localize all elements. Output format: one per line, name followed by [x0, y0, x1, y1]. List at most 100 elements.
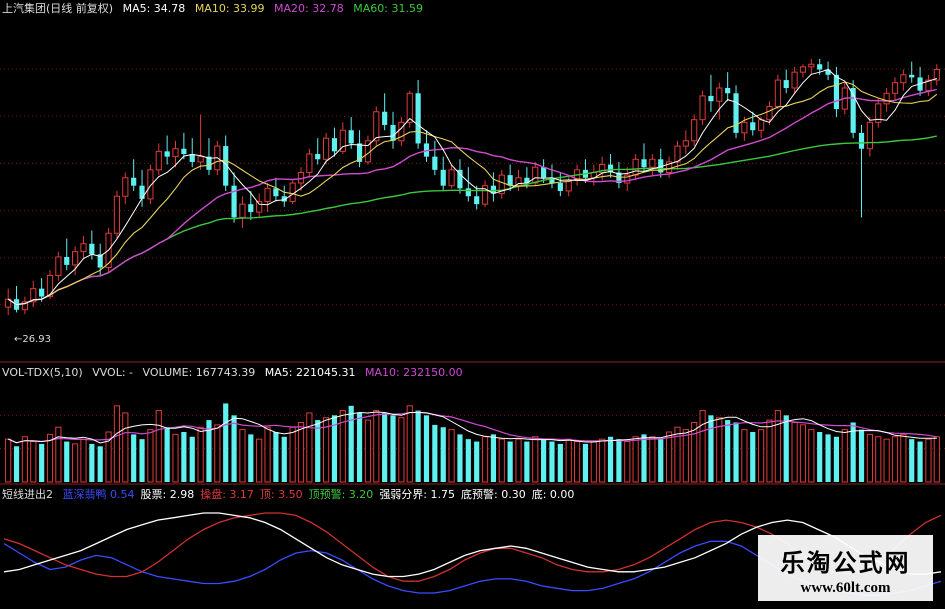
candle-body-down — [474, 196, 480, 205]
candle-body-up — [691, 119, 698, 142]
volume-bar-up — [766, 419, 773, 483]
volume-bar-down — [248, 434, 254, 482]
volume-bar-down — [97, 446, 103, 482]
candle-body-down — [39, 288, 45, 297]
candle-body-up — [448, 169, 455, 187]
volume-bar-up — [46, 433, 54, 483]
candle-body-down — [641, 159, 647, 168]
candle-body-up — [758, 119, 765, 131]
candle-body-down — [858, 132, 865, 149]
volume-bar-up — [55, 426, 62, 483]
candle-body-up — [933, 69, 940, 81]
ma10-readout: MA10: 33.99 — [194, 2, 265, 15]
oscillator-readout-7: 底: 0.00 — [531, 488, 575, 501]
volume-bar-up — [306, 412, 313, 483]
candle-body-up — [197, 156, 204, 163]
volume-bar-up — [264, 426, 271, 483]
watermark-text: 乐淘公式网 — [780, 548, 911, 577]
volume-bar-up — [691, 421, 698, 483]
watermark-url: www.60lt.com — [800, 580, 891, 596]
volume-bar-down — [432, 424, 438, 482]
volume-bar-up — [532, 436, 539, 483]
candle-body-up — [532, 166, 539, 184]
ma5-readout: MA5: 34.78 — [122, 2, 186, 15]
volume-bar-down — [750, 432, 756, 482]
volume-bar-up — [256, 438, 263, 483]
price-legend: 上汽集团(日线 前复权) MA5: 34.78 MA10: 33.99 MA20… — [2, 1, 429, 17]
candle-body-up — [891, 82, 899, 94]
volume-bar-down — [708, 415, 714, 482]
volume-bar-down — [382, 412, 388, 482]
volume-bar-down — [64, 441, 70, 482]
oscillator-readout-3: 顶: 3.50 — [259, 488, 303, 501]
watermark: 乐淘公式网 www.60lt.com — [758, 535, 933, 601]
volume-bar-down — [223, 403, 229, 482]
candle-body-up — [649, 158, 656, 168]
candle-body-down — [315, 154, 321, 160]
volume-bar-down — [415, 410, 421, 482]
volume-bar-up — [406, 405, 413, 483]
candle-body-down — [273, 188, 279, 197]
candle-body-up — [398, 121, 405, 142]
oscillator-readout-6: 底预警: 0.30 — [461, 488, 526, 501]
ma20-readout: MA20: 32.78 — [274, 2, 344, 15]
candle-body-down — [164, 151, 170, 157]
volume-bar-down — [817, 432, 823, 482]
candle-body-down — [89, 243, 95, 255]
volume-bar-down — [607, 436, 614, 482]
candle-body-down — [348, 130, 354, 144]
volume-bar-down — [549, 441, 555, 482]
volume-bar-down — [281, 436, 287, 482]
candle-body-down — [708, 95, 714, 102]
volume-bar-up — [875, 436, 882, 483]
oscillator-title: 短线进出2 — [2, 488, 53, 501]
candle-body-up — [799, 66, 807, 73]
volume-bar-up — [448, 429, 455, 483]
candle-body-down — [783, 80, 789, 88]
volume-bar-up — [891, 436, 899, 483]
ma60-line — [7, 135, 937, 306]
volume-bar-down — [465, 439, 471, 482]
candle-body-up — [239, 203, 246, 218]
oscillator-legend: 短线进出2 蓝深翡鸭 0.54 股票: 2.98 操盘: 3.17 顶: 3.50 顶预… — [2, 487, 580, 503]
volume-bar-down — [423, 415, 430, 482]
volume-bar-up — [239, 429, 246, 483]
candle-body-down — [507, 175, 513, 186]
volume-bar-up — [933, 436, 940, 483]
candle-body-up — [256, 201, 263, 213]
candle-body-up — [866, 121, 873, 150]
candle-body-down — [541, 167, 547, 178]
stock-chart[interactable] — [0, 0, 945, 609]
volume-legend: VOL-TDX(5,10) VVOL: - VOLUME: 167743.39 … — [2, 365, 469, 381]
volume-bar-up — [197, 426, 204, 483]
candle-body-up — [80, 243, 87, 253]
volume-bar-up — [80, 438, 87, 483]
volume-bar-down — [231, 415, 237, 482]
volume-bar-down — [909, 439, 915, 482]
candle-body-down — [331, 138, 338, 152]
candle-body-up — [699, 95, 706, 121]
volume-bar-up — [498, 438, 505, 483]
candle-body-down — [833, 74, 840, 110]
volume-bar-up — [72, 443, 79, 483]
volume-bar-up — [791, 421, 798, 483]
volume-bar-down — [541, 439, 547, 482]
volume-bar-up — [122, 412, 129, 483]
volume-bar-down — [524, 441, 530, 482]
volume-bar-down — [616, 439, 622, 482]
volume-bar-up — [573, 441, 581, 483]
volume-bar-down — [89, 443, 95, 482]
candle-body-down — [733, 93, 739, 133]
volume-bar-down — [315, 420, 321, 482]
volume-bar-down — [582, 443, 589, 482]
volume-bar-down — [783, 415, 789, 482]
candle-body-down — [415, 93, 421, 144]
candle-body-up — [808, 63, 815, 68]
candle-body-down — [248, 204, 254, 213]
candle-body-down — [139, 185, 145, 199]
volume-bar-down — [507, 441, 513, 482]
volume-bar-down — [557, 443, 563, 482]
candle-body-up — [264, 187, 271, 203]
volume-bar-up — [682, 429, 689, 483]
volume-bar-down — [858, 429, 865, 482]
